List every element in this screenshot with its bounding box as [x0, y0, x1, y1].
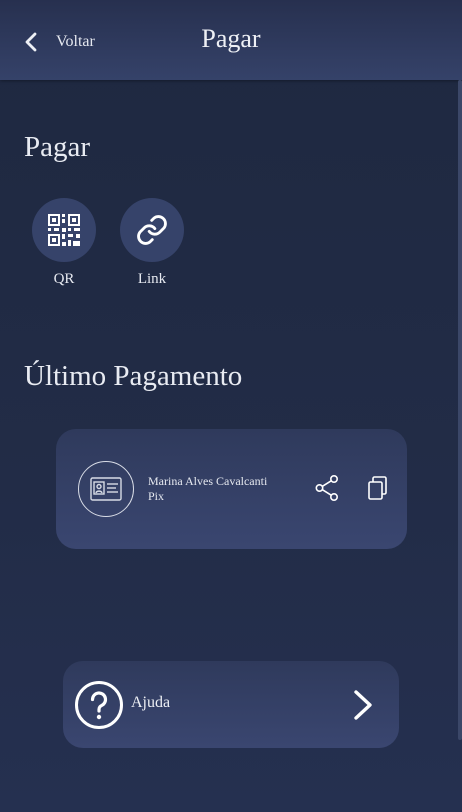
- link-action-label: Link: [137, 271, 167, 287]
- scrollbar[interactable]: [458, 80, 462, 740]
- qr-action-button[interactable]: QR: [32, 198, 96, 288]
- page-title: Pagar: [201, 24, 261, 53]
- qr-code-icon: [48, 214, 80, 246]
- link-action-button[interactable]: Link: [120, 198, 184, 288]
- chevron-right-icon: [354, 690, 372, 720]
- link-icon: [137, 215, 167, 245]
- app-root: Voltar Pagar Pagar QR Link Último Pagame…: [0, 0, 462, 812]
- pay-section-title: Pagar: [24, 131, 91, 163]
- payment-avatar: [78, 461, 134, 517]
- payee-name: Marina Alves Cavalcanti: [148, 474, 268, 488]
- help-circle-icon: [75, 681, 123, 729]
- header-bar: Voltar Pagar: [0, 0, 462, 80]
- copy-icon[interactable]: [366, 474, 390, 502]
- help-button[interactable]: Ajuda: [63, 661, 399, 748]
- qr-action-circle: [32, 198, 96, 262]
- payment-type: Pix: [148, 489, 165, 503]
- qr-action-label: QR: [53, 271, 75, 287]
- last-payment-card[interactable]: Marina Alves Cavalcanti Pix: [56, 429, 407, 549]
- id-card-icon: [90, 477, 122, 501]
- link-action-circle: [120, 198, 184, 262]
- share-icon[interactable]: [314, 474, 340, 502]
- last-payment-title: Último Pagamento: [24, 360, 243, 392]
- help-label: Ajuda: [131, 694, 171, 711]
